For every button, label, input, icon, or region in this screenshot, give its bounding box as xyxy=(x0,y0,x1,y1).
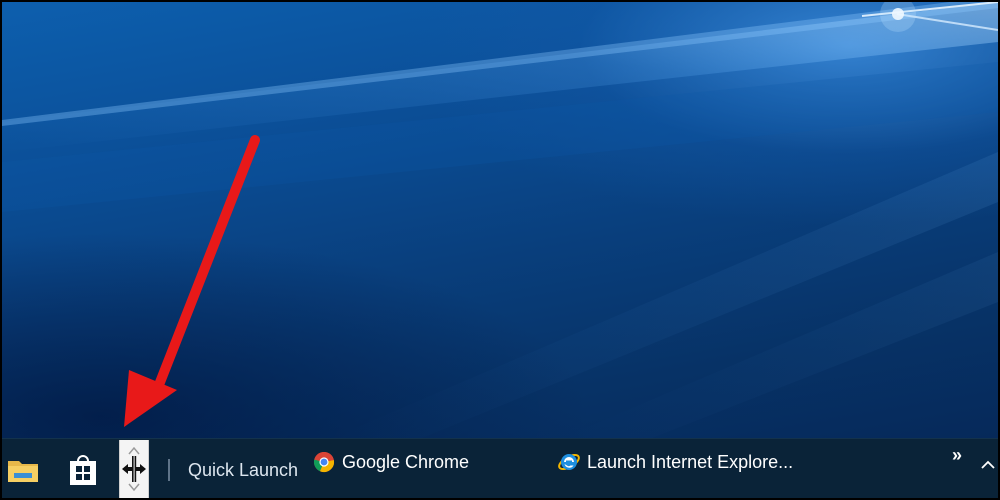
toolbar-item-label: Google Chrome xyxy=(342,451,470,472)
file-explorer-button[interactable] xyxy=(6,453,40,487)
chevron-up-icon xyxy=(981,460,995,469)
store-bag-icon xyxy=(70,455,96,485)
screenshot: Quick Launch Google Chrome Launch Intern… xyxy=(0,0,1000,500)
wallpaper-light-beams xyxy=(2,2,998,438)
store-button[interactable] xyxy=(66,453,100,487)
resize-horizontal-cursor-icon xyxy=(122,446,146,492)
desktop-wallpaper xyxy=(2,2,998,438)
taskbar: Quick Launch Google Chrome Launch Intern… xyxy=(2,438,998,498)
toolbar-resize-handle[interactable] xyxy=(119,440,149,498)
toolbar-item-label: Launch Internet Explore... xyxy=(587,451,794,472)
toolbar-item-internet-explorer[interactable]: Launch Internet Explore... xyxy=(557,447,793,477)
folder-icon xyxy=(8,461,38,482)
toolbar-item-google-chrome[interactable]: Google Chrome xyxy=(312,447,469,477)
tray-expand-button[interactable] xyxy=(980,457,996,473)
toolbar-title: Quick Launch xyxy=(188,460,299,480)
toolbar-separator xyxy=(168,459,170,481)
toolbar-overflow-button[interactable]: » xyxy=(952,445,962,466)
chrome-icon xyxy=(312,450,336,474)
internet-explorer-icon xyxy=(557,450,581,474)
